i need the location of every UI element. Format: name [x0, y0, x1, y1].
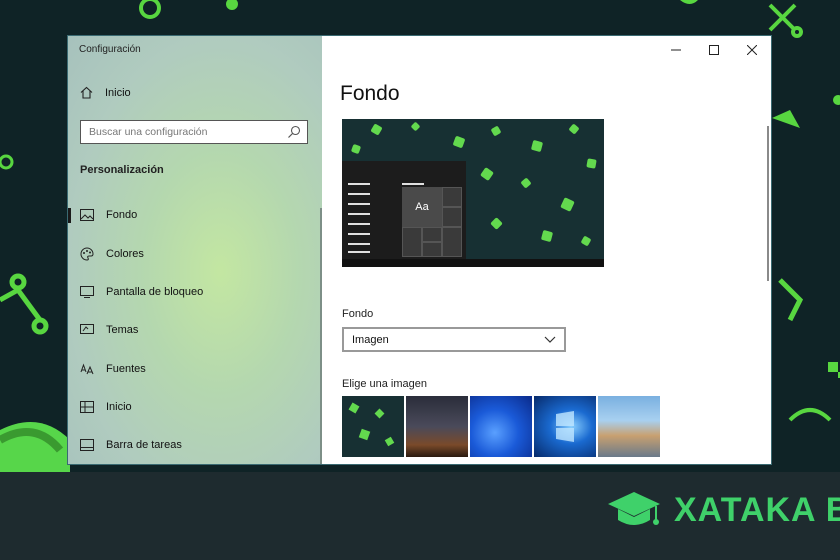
start-menu-icon	[80, 400, 94, 414]
close-button[interactable]	[733, 36, 771, 64]
sidebar-item-label: Temas	[106, 324, 139, 336]
image-thumbnail[interactable]	[342, 396, 404, 457]
page-title: Fondo	[340, 82, 400, 105]
graduation-cap-icon	[608, 492, 660, 525]
picture-icon	[80, 208, 94, 222]
palette-icon	[80, 247, 94, 261]
maximize-icon	[709, 45, 719, 55]
lock-screen-icon	[80, 285, 94, 299]
sidebar-item-fondo[interactable]: Fondo	[68, 200, 318, 230]
close-icon	[747, 45, 757, 55]
search-icon[interactable]	[287, 125, 301, 139]
choose-image-label: Elige una imagen	[342, 378, 428, 390]
window-controls	[657, 36, 771, 64]
sidebar-item-label: Colores	[106, 248, 144, 260]
search-box[interactable]	[80, 120, 308, 144]
background-type-label: Fondo	[342, 308, 374, 320]
minimize-icon	[671, 49, 681, 51]
sidebar-item-barra-de-tareas[interactable]: Barra de tareas	[68, 430, 318, 460]
section-title: Personalización	[80, 164, 164, 176]
background-type-dropdown[interactable]: Imagen	[342, 327, 566, 352]
preview-taskbar	[342, 259, 604, 267]
sidebar-item-inicio[interactable]: Inicio	[68, 392, 318, 422]
settings-window: Configuración Inicio Personalización Fon…	[68, 36, 771, 464]
image-thumbnail[interactable]	[534, 396, 596, 457]
preview-tile: Aa	[402, 187, 442, 227]
home-icon	[80, 86, 93, 99]
settings-sidebar: Configuración Inicio Personalización Fon…	[68, 36, 322, 464]
image-thumbnails	[342, 396, 662, 457]
sidebar-item-label: Pantalla de bloqueo	[106, 286, 204, 298]
home-label: Inicio	[105, 86, 131, 99]
image-thumbnail[interactable]	[406, 396, 468, 457]
sidebar-item-label: Fuentes	[106, 363, 146, 375]
minimize-button[interactable]	[657, 36, 695, 64]
chevron-down-icon	[544, 336, 556, 343]
search-input[interactable]	[81, 122, 287, 142]
fonts-icon	[80, 362, 94, 376]
taskbar-icon	[80, 438, 94, 452]
sidebar-item-label: Fondo	[106, 209, 138, 221]
image-thumbnail[interactable]	[470, 396, 532, 457]
maximize-button[interactable]	[695, 36, 733, 64]
sidebar-item-label: Barra de tareas	[106, 439, 182, 451]
brand-text: XATAKA BA	[674, 490, 840, 529]
background-preview: Aa	[342, 119, 604, 267]
sidebar-item-label: Inicio	[106, 401, 132, 413]
content-scrollbar[interactable]	[767, 126, 769, 281]
sidebar-item-colores[interactable]: Colores	[68, 239, 318, 269]
app-title: Configuración	[79, 44, 141, 55]
image-thumbnail[interactable]	[598, 396, 660, 457]
brand-logo: XATAKA BA	[606, 490, 840, 530]
sidebar-item-fuentes[interactable]: Fuentes	[68, 354, 318, 384]
sidebar-item-temas[interactable]: Temas	[68, 315, 318, 345]
sidebar-item-pantalla-de-bloqueo[interactable]: Pantalla de bloqueo	[68, 277, 318, 307]
dropdown-value: Imagen	[352, 333, 389, 346]
preview-start-menu: Aa	[342, 161, 466, 259]
themes-icon	[80, 323, 94, 337]
home-link[interactable]: Inicio	[80, 86, 131, 99]
settings-content: Fondo Aa Fondo Imagen Elige una imagen	[322, 36, 771, 464]
